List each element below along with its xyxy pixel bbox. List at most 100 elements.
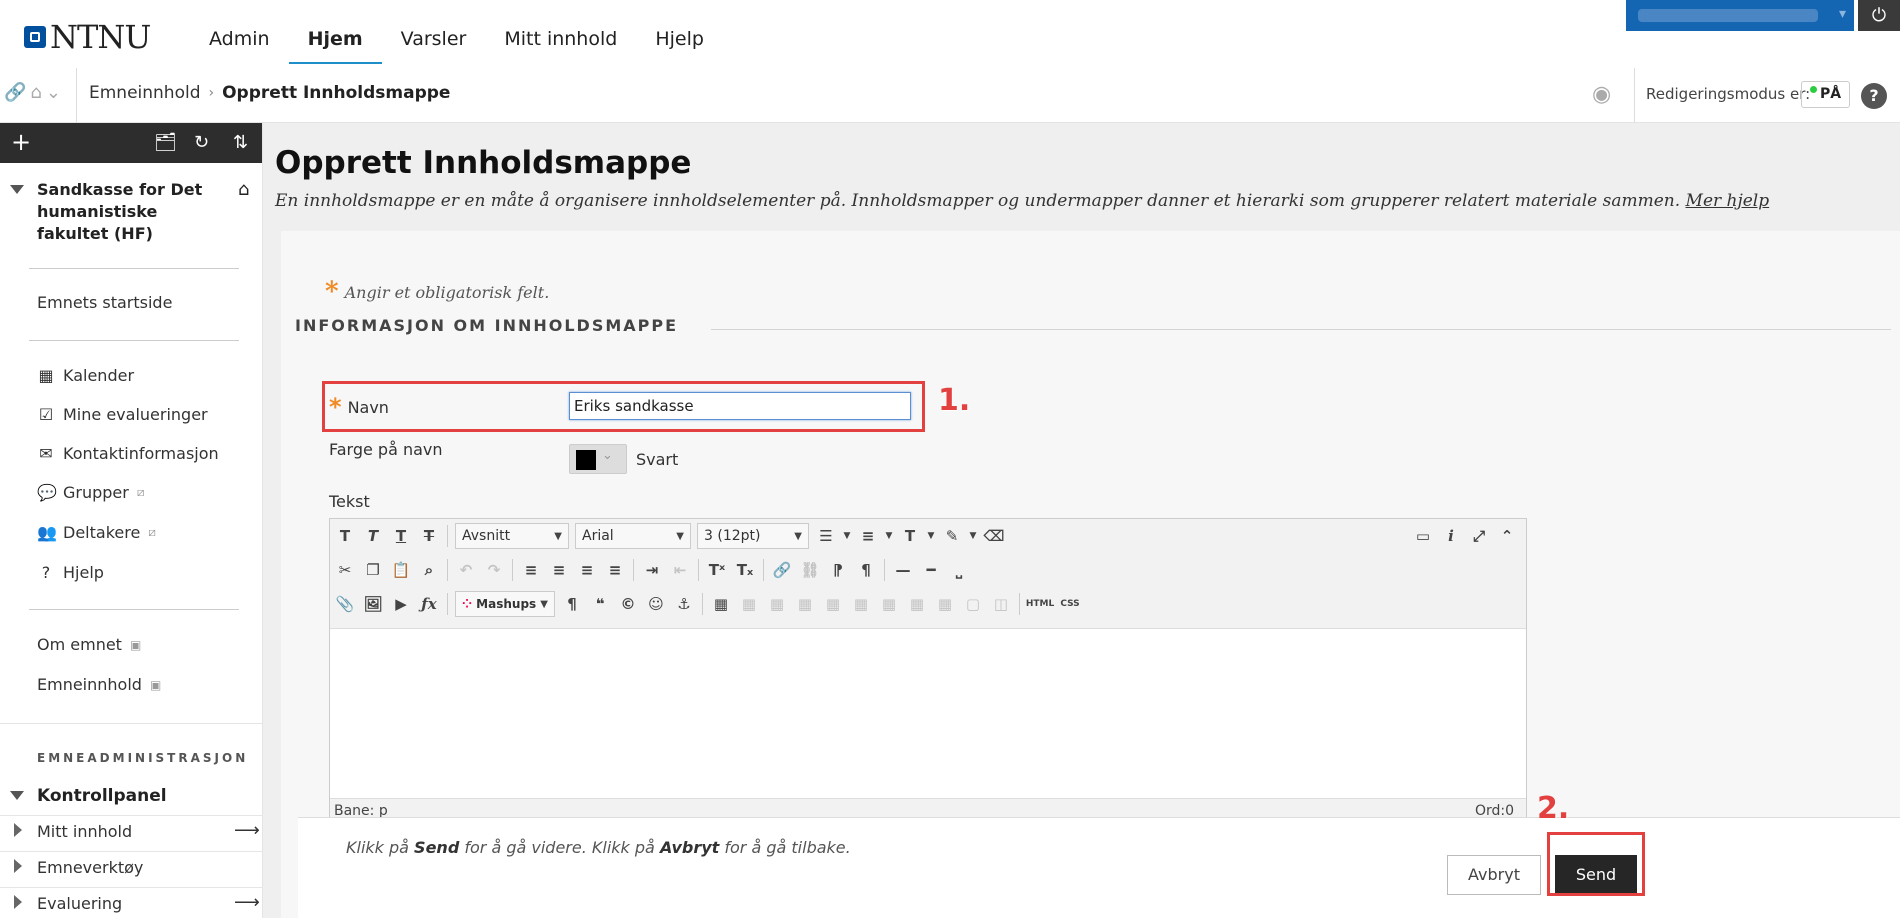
arrow-right-icon[interactable]: ⟶ xyxy=(234,820,260,841)
cancel-button[interactable]: Avbryt xyxy=(1447,855,1541,895)
strikethrough-icon[interactable]: T xyxy=(416,523,442,549)
fullscreen-icon[interactable]: ⤢ xyxy=(1466,523,1492,549)
insert-col-before-icon[interactable]: ▦ xyxy=(876,591,902,617)
copy-icon[interactable]: ❐ xyxy=(360,557,386,583)
merge-cell-icon[interactable]: ◫ xyxy=(988,591,1014,617)
collapse-triangle-icon[interactable] xyxy=(10,185,24,194)
ltr-paragraph-icon[interactable]: ⁋ xyxy=(825,557,851,583)
size-select[interactable]: 3 (12pt) ▼ xyxy=(697,523,809,549)
link-icon[interactable]: 🔗 xyxy=(769,557,795,583)
caret-down-icon[interactable]: ▼ xyxy=(925,523,937,549)
course-title[interactable]: Sandkasse for Det humanistiske fakultet … xyxy=(37,179,227,245)
course-home-icon[interactable]: ⌂ xyxy=(238,179,249,200)
highlight-marker-icon[interactable]: ✎ xyxy=(939,523,965,549)
sidebar-item-kontaktinformasjon[interactable]: ✉ Kontaktinformasjon xyxy=(37,444,218,463)
control-item-evaluering[interactable]: Evaluering xyxy=(37,894,122,913)
control-panel-title[interactable]: Kontrollpanel xyxy=(37,786,167,806)
caret-down-icon[interactable]: ▼ xyxy=(883,523,895,549)
sidebar-item-om-emnet[interactable]: Om emnet ▣ xyxy=(37,635,141,654)
more-help-link[interactable]: Mer hjelp xyxy=(1686,191,1770,211)
expand-triangle-icon[interactable] xyxy=(14,859,22,873)
bold-icon[interactable]: T xyxy=(332,523,358,549)
image-icon[interactable]: 🖼 xyxy=(360,591,386,617)
underline-icon[interactable]: T xyxy=(388,523,414,549)
nonbreaking-space-icon[interactable]: ⎵ xyxy=(946,557,972,583)
thick-rule-icon[interactable]: ━ xyxy=(918,557,944,583)
reorder-arrows-icon[interactable]: ⇅ xyxy=(233,132,248,153)
tab-mitt-innhold[interactable]: Mitt innhold xyxy=(485,0,636,64)
align-right-icon[interactable]: ≡ xyxy=(574,557,600,583)
tab-admin[interactable]: Admin xyxy=(190,0,289,64)
folder-view-icon[interactable]: 🗂 xyxy=(154,132,177,153)
align-center-icon[interactable]: ≡ xyxy=(546,557,572,583)
edit-mode-toggle[interactable]: PÅ xyxy=(1801,81,1851,108)
font-select[interactable]: Arial ▼ xyxy=(575,523,691,549)
css-button[interactable]: CSS xyxy=(1057,591,1083,617)
table-row-icon[interactable]: ▦ xyxy=(736,591,762,617)
delete-row-icon[interactable]: ▦ xyxy=(848,591,874,617)
quote-icon[interactable]: ❝ xyxy=(587,591,613,617)
copyright-icon[interactable]: © xyxy=(615,591,641,617)
subscript-icon[interactable]: Tₓ xyxy=(732,557,758,583)
table-cell-icon[interactable]: ▦ xyxy=(764,591,790,617)
sidebar-item-kalender[interactable]: ▦ Kalender xyxy=(37,366,134,385)
numbered-list-icon[interactable]: ≡ xyxy=(855,523,881,549)
logout-power-icon[interactable]: ⏻ xyxy=(1858,0,1900,31)
breadcrumb-emneinnhold[interactable]: Emneinnhold xyxy=(89,83,201,103)
ntnu-logo[interactable]: NTNU xyxy=(24,18,151,56)
math-formula-icon[interactable]: ƒx xyxy=(416,591,442,617)
split-cell-icon[interactable]: ▢ xyxy=(960,591,986,617)
paragraph-mark-icon[interactable]: ¶ xyxy=(559,591,585,617)
undo-icon[interactable]: ↶ xyxy=(453,557,479,583)
eraser-icon[interactable]: ⌫ xyxy=(981,523,1007,549)
mashups-select[interactable]: ⁘ Mashups ▼ xyxy=(455,591,555,617)
superscript-icon[interactable]: Tˣ xyxy=(704,557,730,583)
sidebar-item-grupper[interactable]: 💬 Grupper ⧄ xyxy=(37,483,145,502)
student-preview-eye-icon[interactable]: ◉ xyxy=(1592,82,1611,107)
help-question-icon[interactable]: ? xyxy=(1861,83,1887,109)
caret-down-icon[interactable]: ▼ xyxy=(967,523,979,549)
format-select[interactable]: Avsnitt ▼ xyxy=(455,523,569,549)
control-item-mitt-innhold[interactable]: Mitt innhold xyxy=(37,822,132,841)
refresh-icon[interactable]: ↻ xyxy=(194,132,209,153)
outdent-icon[interactable]: ⇤ xyxy=(667,557,693,583)
indent-icon[interactable]: ⇥ xyxy=(639,557,665,583)
sidebar-item-deltakere[interactable]: 👥 Deltakere ⧄ xyxy=(37,523,156,542)
cut-icon[interactable]: ✂ xyxy=(332,557,358,583)
delete-col-icon[interactable]: ▦ xyxy=(932,591,958,617)
collapse-triangle-icon[interactable] xyxy=(10,791,24,800)
search-icon[interactable]: ⌕ xyxy=(416,557,442,583)
sidebar-item-mine-evalueringer[interactable]: ☑ Mine evalueringer xyxy=(37,405,208,424)
expand-triangle-icon[interactable] xyxy=(14,823,22,837)
info-icon[interactable]: i xyxy=(1438,523,1464,549)
tab-varsler[interactable]: Varsler xyxy=(382,0,486,64)
sidebar-item-hjelp[interactable]: ? Hjelp xyxy=(37,563,104,582)
media-icon[interactable]: ▶ xyxy=(388,591,414,617)
html-source-button[interactable]: HTML xyxy=(1025,591,1055,617)
sidebar-item-emneinnhold[interactable]: Emneinnhold ▣ xyxy=(37,675,161,694)
italic-icon[interactable]: T xyxy=(360,523,386,549)
insert-row-before-icon[interactable]: ▦ xyxy=(792,591,818,617)
align-justify-icon[interactable]: ≡ xyxy=(602,557,628,583)
preview-monitor-icon[interactable]: ▭ xyxy=(1410,523,1436,549)
insert-row-after-icon[interactable]: ▦ xyxy=(820,591,846,617)
anchor-icon[interactable]: ⚓ xyxy=(671,591,697,617)
unlink-icon[interactable]: ⛓ xyxy=(797,557,823,583)
paste-icon[interactable]: 📋 xyxy=(388,557,414,583)
sidebar-item-emnets-startside[interactable]: Emnets startside xyxy=(37,293,172,312)
expand-triangle-icon[interactable] xyxy=(14,895,22,909)
table-icon[interactable]: ▦ xyxy=(708,591,734,617)
color-picker[interactable]: ⌄ xyxy=(569,444,627,474)
home-icon[interactable]: ⌂ xyxy=(30,82,41,103)
redo-icon[interactable]: ↷ xyxy=(481,557,507,583)
text-color-icon[interactable]: T xyxy=(897,523,923,549)
emoticon-icon[interactable]: ☺ xyxy=(643,591,669,617)
user-menu[interactable]: ▾ xyxy=(1626,0,1854,31)
attachment-icon[interactable]: 📎 xyxy=(332,591,358,617)
control-item-emneverktoy[interactable]: Emneverktøy xyxy=(37,858,143,877)
rtl-paragraph-icon[interactable]: ¶ xyxy=(853,557,879,583)
add-menu-item-plus-icon[interactable]: + xyxy=(11,128,31,156)
bullet-list-icon[interactable]: ☰ xyxy=(813,523,839,549)
arrow-right-icon[interactable]: ⟶ xyxy=(234,892,260,913)
horizontal-rule-icon[interactable]: — xyxy=(890,557,916,583)
